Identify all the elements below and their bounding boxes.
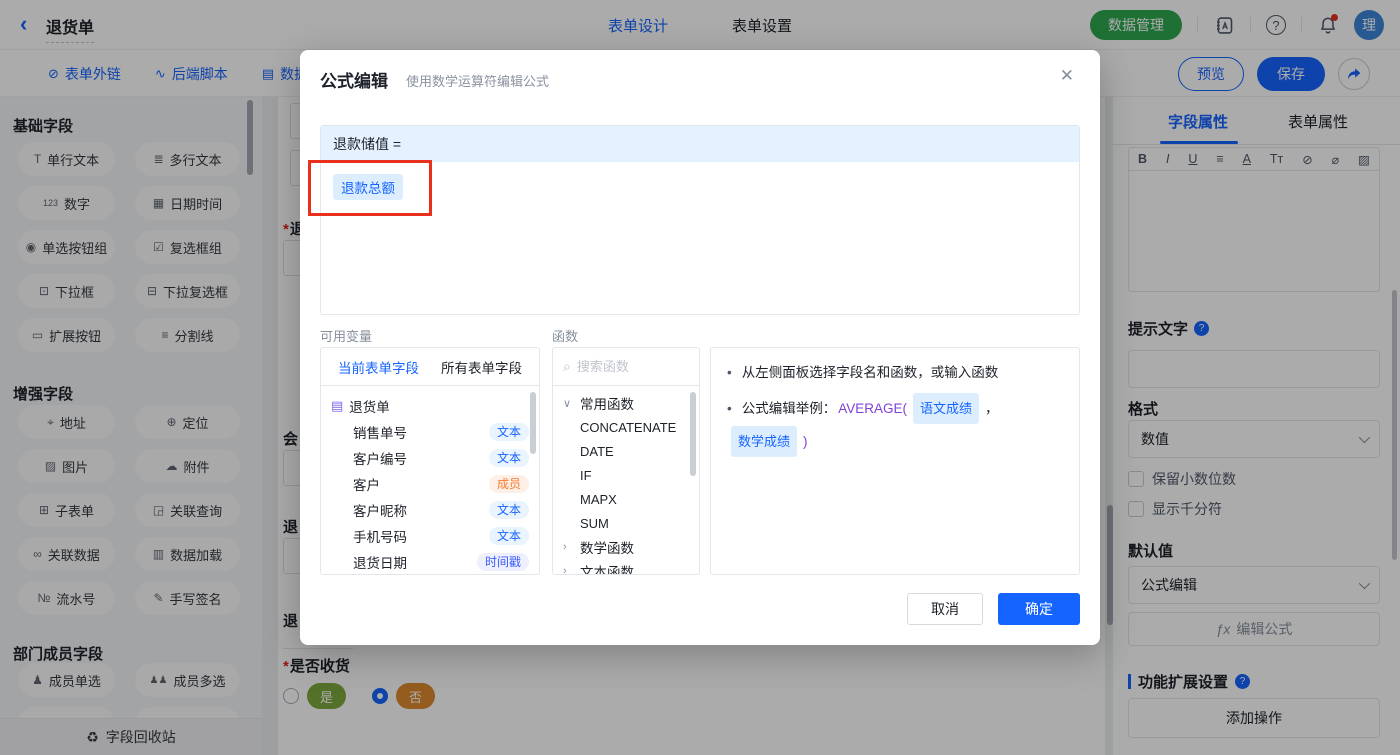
functions-scrollbar[interactable] <box>690 392 696 476</box>
example-chip: 语文成绩 <box>913 393 980 424</box>
function-item[interactable]: SUM <box>563 511 699 535</box>
bullet-icon: • <box>727 401 732 416</box>
function-item[interactable]: MAPX <box>563 487 699 511</box>
modal-title: 公式编辑 <box>320 72 388 91</box>
functions-tree: ∨ 常用函数 CONCATENATE DATE IF MAPX SUM › 数学函数… <box>553 386 699 575</box>
function-item[interactable]: IF <box>563 463 699 487</box>
formula-editor-box: 退款储值 = 退款总额 <box>320 125 1080 315</box>
formula-variable-chip[interactable]: 退款总额 <box>333 174 403 200</box>
function-group-text[interactable]: › 文本函数 <box>563 559 699 575</box>
tree-root-form[interactable]: ▤ 退货单 <box>331 393 529 419</box>
functions-panel: ⌕ ∨常用函数 CONCATENATE DATE IF MAPX SUM ›数学… <box>552 347 700 575</box>
app-screen: ‹ 退货单 表单设计 表单设置 数据管理 ? 理 ⊘ 表单外链 ∿ 后端脚本 ▤… <box>0 0 1400 755</box>
bullet-icon: • <box>727 365 732 380</box>
type-badge: 文本 <box>488 527 529 545</box>
caret-right-icon: › <box>563 565 567 575</box>
type-badge: 文本 <box>488 501 529 519</box>
function-item[interactable]: CONCATENATE <box>563 415 699 439</box>
variable-row[interactable]: 手机号码 文本 <box>331 523 529 549</box>
close-icon[interactable]: ✕ <box>1060 66 1074 86</box>
example-comma: ， <box>985 401 999 416</box>
variables-tree: ▤ 退货单 销售单号 文本 客户编号 文本 客户 成员 客户昵称 文本 手机号码 文本 退… <box>321 386 539 574</box>
variable-row[interactable]: 客户昵称 文本 <box>331 497 529 523</box>
variable-row[interactable]: 退货日期 时间戳 <box>331 549 529 574</box>
help-line-1: • 从左侧面板选择字段名和函数，或输入函数 <box>727 359 1063 386</box>
caret-right-icon: › <box>563 541 567 553</box>
formula-body[interactable]: 退款总额 <box>321 162 1079 314</box>
function-group-common[interactable]: ∨ 常用函数 <box>563 391 699 415</box>
functions-label: 函数 <box>552 329 579 344</box>
modal-subtitle: 使用数学运算符编辑公式 <box>406 74 550 89</box>
variables-label: 可用变量 <box>320 329 373 344</box>
tab-current-form-fields[interactable]: 当前表单字段 <box>338 357 419 377</box>
variables-scrollbar[interactable] <box>530 392 536 454</box>
type-badge: 成员 <box>488 475 529 493</box>
cancel-button[interactable]: 取消 <box>907 593 983 625</box>
variable-row[interactable]: 客户 成员 <box>331 471 529 497</box>
variables-panel: 当前表单字段 所有表单字段 ▤ 退货单 销售单号 文本 客户编号 文本 客户 成员 客… <box>320 347 540 575</box>
example-function-name: AVERAGE( <box>838 401 907 416</box>
variables-tabs: 当前表单字段 所有表单字段 <box>321 348 539 386</box>
variable-row[interactable]: 销售单号 文本 <box>331 419 529 445</box>
function-search[interactable]: ⌕ <box>553 348 699 386</box>
formula-target: 退款储值 = <box>321 126 1079 162</box>
type-badge: 文本 <box>488 449 529 467</box>
search-icon: ⌕ <box>563 358 571 374</box>
tab-all-form-fields[interactable]: 所有表单字段 <box>441 357 522 377</box>
example-function-close: ) <box>803 434 808 449</box>
form-doc-icon: ▤ <box>331 398 344 413</box>
type-badge: 时间戳 <box>476 553 529 571</box>
caret-down-icon: ∨ <box>563 397 572 410</box>
type-badge: 文本 <box>488 423 529 441</box>
help-line-2: • 公式编辑举例： AVERAGE( 语文成绩 ， 数学成绩 ) <box>727 393 1063 457</box>
confirm-button[interactable]: 确定 <box>998 593 1080 625</box>
function-search-input[interactable] <box>576 359 677 374</box>
function-item[interactable]: DATE <box>563 439 699 463</box>
variable-row[interactable]: 客户编号 文本 <box>331 445 529 471</box>
formula-edit-modal: 公式编辑 使用数学运算符编辑公式 ✕ 退款储值 = 退款总额 可用变量 当前表单… <box>300 50 1100 645</box>
example-chip: 数学成绩 <box>731 426 798 457</box>
function-group-math[interactable]: › 数学函数 <box>563 535 699 559</box>
formula-help-panel: • 从左侧面板选择字段名和函数，或输入函数 • 公式编辑举例： AVERAGE(… <box>710 347 1080 575</box>
